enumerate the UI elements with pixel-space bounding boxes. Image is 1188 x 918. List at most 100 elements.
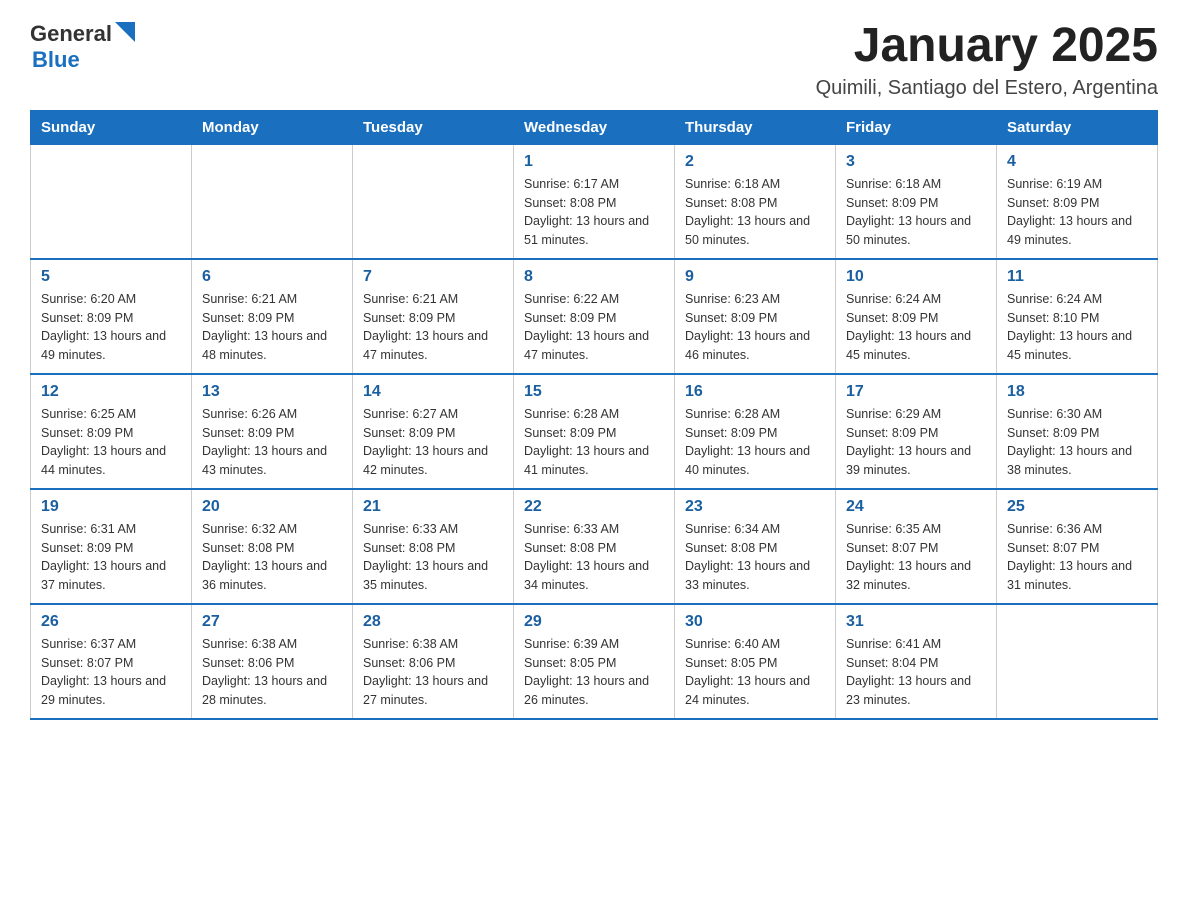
calendar-cell-w5-d5: 30Sunrise: 6:40 AMSunset: 8:05 PMDayligh… (675, 604, 836, 719)
day-info: Sunrise: 6:22 AMSunset: 8:09 PMDaylight:… (524, 290, 664, 365)
day-info: Sunrise: 6:18 AMSunset: 8:09 PMDaylight:… (846, 175, 986, 250)
calendar-cell-w3-d3: 14 Sunrise: 6:27 AMSunset: 8:09 PMDayligh… (353, 374, 514, 489)
header-friday: Friday (836, 110, 997, 144)
day-info: Sunrise: 6:20 AMSunset: 8:09 PMDaylight:… (41, 290, 181, 365)
calendar-cell-w3-d2: 13 Sunrise: 6:26 AMSunset: 8:09 PMDayligh… (192, 374, 353, 489)
header-saturday: Saturday (997, 110, 1158, 144)
header-thursday: Thursday (675, 110, 836, 144)
day-number: 11 (1007, 268, 1147, 286)
calendar-cell-w5-d3: 28Sunrise: 6:38 AMSunset: 8:06 PMDayligh… (353, 604, 514, 719)
day-info: Sunrise: 6:21 AMSunset: 8:09 PMDaylight:… (202, 290, 342, 365)
calendar-cell-w5-d2: 27 Sunrise: 6:38 AMSunset: 8:06 PMDayligh… (192, 604, 353, 719)
calendar-cell-w2-d4: 8 Sunrise: 6:22 AMSunset: 8:09 PMDaylight… (514, 259, 675, 374)
calendar-cell-w1-d7: 4 Sunrise: 6:19 AMSunset: 8:09 PMDaylight… (997, 144, 1158, 259)
day-info: Sunrise: 6:27 AMSunset: 8:09 PMDaylight:… (363, 405, 503, 480)
day-info: Sunrise: 6:25 AMSunset: 8:09 PMDaylight:… (41, 405, 181, 480)
calendar-cell-w3-d1: 12Sunrise: 6:25 AMSunset: 8:09 PMDayligh… (31, 374, 192, 489)
calendar-cell-w3-d6: 17Sunrise: 6:29 AMSunset: 8:09 PMDayligh… (836, 374, 997, 489)
day-info: Sunrise: 6:29 AMSunset: 8:09 PMDaylight:… (846, 405, 986, 480)
calendar-week-1: 1 Sunrise: 6:17 AMSunset: 8:08 PMDaylight… (31, 144, 1158, 259)
day-info: Sunrise: 6:33 AMSunset: 8:08 PMDaylight:… (363, 520, 503, 595)
calendar-header: Sunday Monday Tuesday Wednesday Thursday… (31, 110, 1158, 144)
day-number: 27 (202, 613, 342, 631)
weekday-header-row: Sunday Monday Tuesday Wednesday Thursday… (31, 110, 1158, 144)
day-info: Sunrise: 6:18 AMSunset: 8:08 PMDaylight:… (685, 175, 825, 250)
calendar-cell-w5-d7 (997, 604, 1158, 719)
day-info: Sunrise: 6:37 AMSunset: 8:07 PMDaylight:… (41, 635, 181, 710)
logo: General Blue (30, 20, 135, 73)
header-wednesday: Wednesday (514, 110, 675, 144)
title-block: January 2025 Quimili, Santiago del Ester… (816, 20, 1158, 100)
calendar-cell-w1-d5: 2 Sunrise: 6:18 AMSunset: 8:08 PMDaylight… (675, 144, 836, 259)
day-number: 31 (846, 613, 986, 631)
calendar-cell-w2-d6: 10 Sunrise: 6:24 AMSunset: 8:09 PMDayligh… (836, 259, 997, 374)
calendar-cell-w2-d2: 6 Sunrise: 6:21 AMSunset: 8:09 PMDaylight… (192, 259, 353, 374)
day-number: 5 (41, 268, 181, 286)
month-title: January 2025 (816, 20, 1158, 73)
day-number: 28 (363, 613, 503, 631)
calendar-cell-w1-d2 (192, 144, 353, 259)
calendar-cell-w4-d1: 19Sunrise: 6:31 AMSunset: 8:09 PMDayligh… (31, 489, 192, 604)
calendar-table: Sunday Monday Tuesday Wednesday Thursday… (30, 110, 1158, 720)
day-number: 1 (524, 153, 664, 171)
day-number: 13 (202, 383, 342, 401)
day-info: Sunrise: 6:33 AMSunset: 8:08 PMDaylight:… (524, 520, 664, 595)
day-number: 21 (363, 498, 503, 516)
day-info: Sunrise: 6:17 AMSunset: 8:08 PMDaylight:… (524, 175, 664, 250)
calendar-cell-w4-d3: 21 Sunrise: 6:33 AMSunset: 8:08 PMDayligh… (353, 489, 514, 604)
calendar-cell-w4-d2: 20 Sunrise: 6:32 AMSunset: 8:08 PMDayligh… (192, 489, 353, 604)
calendar-cell-w4-d5: 23Sunrise: 6:34 AMSunset: 8:08 PMDayligh… (675, 489, 836, 604)
logo-blue: Blue (32, 47, 80, 73)
day-number: 16 (685, 383, 825, 401)
day-info: Sunrise: 6:38 AMSunset: 8:06 PMDaylight:… (202, 635, 342, 710)
day-info: Sunrise: 6:24 AMSunset: 8:09 PMDaylight:… (846, 290, 986, 365)
day-info: Sunrise: 6:35 AMSunset: 8:07 PMDaylight:… (846, 520, 986, 595)
calendar-cell-w3-d5: 16 Sunrise: 6:28 AMSunset: 8:09 PMDayligh… (675, 374, 836, 489)
day-info: Sunrise: 6:26 AMSunset: 8:09 PMDaylight:… (202, 405, 342, 480)
day-info: Sunrise: 6:34 AMSunset: 8:08 PMDaylight:… (685, 520, 825, 595)
day-number: 2 (685, 153, 825, 171)
day-number: 24 (846, 498, 986, 516)
day-info: Sunrise: 6:21 AMSunset: 8:09 PMDaylight:… (363, 290, 503, 365)
calendar-cell-w5-d1: 26Sunrise: 6:37 AMSunset: 8:07 PMDayligh… (31, 604, 192, 719)
page-header: General Blue January 2025 Quimili, Santi… (30, 20, 1158, 100)
calendar-cell-w2-d7: 11 Sunrise: 6:24 AMSunset: 8:10 PMDayligh… (997, 259, 1158, 374)
calendar-week-4: 19Sunrise: 6:31 AMSunset: 8:09 PMDayligh… (31, 489, 1158, 604)
logo-general: General (30, 21, 112, 47)
calendar-week-5: 26Sunrise: 6:37 AMSunset: 8:07 PMDayligh… (31, 604, 1158, 719)
calendar-body: 1 Sunrise: 6:17 AMSunset: 8:08 PMDaylight… (31, 144, 1158, 719)
day-info: Sunrise: 6:30 AMSunset: 8:09 PMDaylight:… (1007, 405, 1147, 480)
day-info: Sunrise: 6:24 AMSunset: 8:10 PMDaylight:… (1007, 290, 1147, 365)
calendar-cell-w1-d3 (353, 144, 514, 259)
day-number: 10 (846, 268, 986, 286)
day-number: 20 (202, 498, 342, 516)
calendar-cell-w2-d1: 5 Sunrise: 6:20 AMSunset: 8:09 PMDaylight… (31, 259, 192, 374)
day-info: Sunrise: 6:32 AMSunset: 8:08 PMDaylight:… (202, 520, 342, 595)
day-number: 6 (202, 268, 342, 286)
day-number: 14 (363, 383, 503, 401)
day-info: Sunrise: 6:39 AMSunset: 8:05 PMDaylight:… (524, 635, 664, 710)
calendar-cell-w1-d1 (31, 144, 192, 259)
day-number: 15 (524, 383, 664, 401)
calendar-cell-w1-d4: 1 Sunrise: 6:17 AMSunset: 8:08 PMDaylight… (514, 144, 675, 259)
day-info: Sunrise: 6:28 AMSunset: 8:09 PMDaylight:… (524, 405, 664, 480)
calendar-cell-w5-d6: 31Sunrise: 6:41 AMSunset: 8:04 PMDayligh… (836, 604, 997, 719)
day-number: 29 (524, 613, 664, 631)
day-number: 18 (1007, 383, 1147, 401)
calendar-cell-w4-d6: 24 Sunrise: 6:35 AMSunset: 8:07 PMDayligh… (836, 489, 997, 604)
calendar-cell-w2-d3: 7 Sunrise: 6:21 AMSunset: 8:09 PMDaylight… (353, 259, 514, 374)
calendar-cell-w3-d7: 18 Sunrise: 6:30 AMSunset: 8:09 PMDayligh… (997, 374, 1158, 489)
day-info: Sunrise: 6:19 AMSunset: 8:09 PMDaylight:… (1007, 175, 1147, 250)
day-number: 25 (1007, 498, 1147, 516)
header-monday: Monday (192, 110, 353, 144)
day-number: 7 (363, 268, 503, 286)
calendar-cell-w2-d5: 9Sunrise: 6:23 AMSunset: 8:09 PMDaylight… (675, 259, 836, 374)
header-sunday: Sunday (31, 110, 192, 144)
day-number: 4 (1007, 153, 1147, 171)
calendar-cell-w3-d4: 15 Sunrise: 6:28 AMSunset: 8:09 PMDayligh… (514, 374, 675, 489)
calendar-cell-w5-d4: 29 Sunrise: 6:39 AMSunset: 8:05 PMDayligh… (514, 604, 675, 719)
day-info: Sunrise: 6:28 AMSunset: 8:09 PMDaylight:… (685, 405, 825, 480)
day-info: Sunrise: 6:40 AMSunset: 8:05 PMDaylight:… (685, 635, 825, 710)
day-number: 8 (524, 268, 664, 286)
location-subtitle: Quimili, Santiago del Estero, Argentina (816, 77, 1158, 100)
